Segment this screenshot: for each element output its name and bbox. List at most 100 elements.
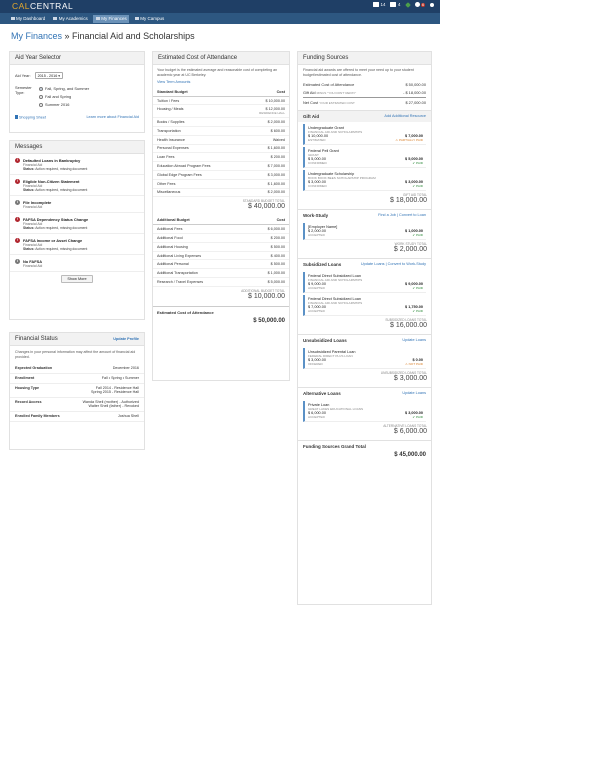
message-status: Status: Action required, missing documen… [23, 167, 87, 171]
page-heading: Financial Aid and Scholarships [72, 31, 195, 41]
message-item[interactable]: ! Eligible Non-Citizen Statement Financial… [10, 175, 144, 196]
message-body: File Incomplete Financial Aid [23, 200, 51, 209]
cost-value: $ 10,000.00 [265, 98, 285, 103]
info-icon: i [15, 200, 20, 205]
message-item[interactable]: ! FAFSA Income or Asset Change Financial A… [10, 234, 144, 255]
update-profile-link[interactable]: Update Profile [113, 337, 139, 341]
payment-status: ✔ PAID [413, 415, 423, 419]
semester-option-all[interactable]: Fall, Spring, and Summer [39, 85, 89, 93]
payment-label: PAID [416, 183, 423, 188]
row-value: - $ 18,000.00 [403, 90, 426, 96]
budget-cost: Waived [273, 138, 285, 142]
message-item[interactable]: ! Defaulted Loans in Bankruptcy Financial … [10, 154, 144, 175]
nav-finances[interactable]: My Finances [93, 14, 130, 23]
section-link[interactable]: Update Loans [402, 338, 426, 342]
mail-icon [372, 2, 379, 7]
alerts-button[interactable]: 6 [414, 2, 425, 7]
status-row: Enrollment Fall • Spring • Summer [10, 374, 144, 384]
budget-cost: $ 400.00 [271, 254, 285, 258]
breadcrumb-separator: » [62, 31, 73, 41]
alert-icon: ! [15, 217, 20, 222]
row-label: Net Cost [303, 99, 319, 105]
section-link[interactable]: Update Loans | Convert to Work-Study [361, 262, 426, 266]
settings-button[interactable] [430, 2, 434, 7]
budget-item: Housing / Meals [157, 107, 184, 112]
app-root: CALCENTRAL 14 4 6 My Dashboard My Academ… [0, 0, 615, 783]
nav-campus[interactable]: My Campus [132, 15, 167, 23]
cost-value: $ 1,600.00 [267, 181, 285, 186]
top-bar: CALCENTRAL 14 4 6 [0, 0, 440, 13]
alert-icon: ! [15, 158, 20, 163]
breadcrumb-finances[interactable]: My Finances [11, 31, 62, 41]
message-item[interactable]: i File Incomplete Financial Aid [10, 196, 144, 213]
status-label: Status: [23, 226, 35, 230]
additional-budget-header: Additional Budget Cost [153, 216, 289, 226]
budget-row: Additional Living Expenses $ 400.00 [153, 252, 289, 261]
budget-row: Transportation $ 600.00 [153, 127, 289, 136]
award-item[interactable]: Federal Direct Subsidized Loan FINANCIAL … [303, 294, 426, 316]
calendar-button[interactable]: 4 [390, 2, 401, 7]
show-more-button[interactable]: Show More [61, 275, 93, 283]
column-header: Additional Budget [157, 218, 190, 223]
status-row: Expected Graduation December 2016 [10, 364, 144, 374]
section-header: Subsidized Loans Update Loans | Convert t… [298, 257, 431, 270]
budget-cost: $ 10,000.00 [266, 99, 285, 103]
row-label: Estimated Cost of Attendance [303, 82, 355, 88]
funding-section-sub: Subsidized Loans Update Loans | Convert t… [298, 257, 431, 331]
status-key: Housing Type [15, 386, 40, 391]
payment-status: ✔ PAID [413, 161, 423, 165]
message-status: Status: Action required, missing documen… [23, 247, 87, 251]
mail-button[interactable]: 14 [372, 2, 385, 7]
page-title: My Finances » Financial Aid and Scholars… [11, 31, 195, 41]
total-value: $ 18,000.00 [390, 196, 427, 204]
payment-label: PARTIALLY PAID [399, 137, 423, 142]
campus-icon [134, 16, 139, 21]
calcentral-logo[interactable]: CALCENTRAL [12, 2, 73, 11]
award-item[interactable]: [Employer Name] $ 2,000.00 $ 1,000.00 ACCEP… [303, 222, 426, 240]
award-item[interactable]: Federal Direct Subsidized Loan FINANCIAL … [303, 271, 426, 293]
document-icon [15, 115, 18, 119]
user-icon [414, 2, 420, 7]
message-item[interactable]: ! FAFSA Dependency Status Change Financial… [10, 213, 144, 234]
logo-prefix: CAL [12, 1, 31, 12]
award-status: OFFERED [308, 361, 323, 366]
nav-dashboard[interactable]: My Dashboard [8, 15, 48, 23]
section-link[interactable]: Update Loans [402, 391, 426, 395]
view-term-amounts-link[interactable]: View Term Amounts [153, 79, 289, 88]
semester-option-summer[interactable]: Summer 2016 [39, 101, 89, 109]
column-header: Cost [276, 218, 285, 223]
status-key: Enrollment [15, 376, 35, 381]
shopping-sheet-link[interactable]: Shopping Sheet [15, 115, 46, 120]
budget-item: Other Fees [157, 181, 176, 186]
budget-cost: $ 600.00 [271, 129, 285, 133]
funding-sources-card: Funding Sources Financial aid awards are… [297, 51, 432, 605]
nav-academics[interactable]: My Academics [51, 15, 91, 23]
semester-option-fall-spring[interactable]: Fall and Spring [39, 93, 89, 101]
budget-row: Global Edge Program Fees $ 3,000.00 [153, 171, 289, 180]
section-link[interactable]: Find a Job | Convert to Loan [378, 213, 426, 217]
aid-year-select[interactable]: 2015 - 2016 ▾ [34, 72, 64, 79]
status-label: Status: [23, 247, 35, 251]
budget-cost: $ 1,000.00 [268, 271, 285, 275]
award-item[interactable]: Federal Pell Grant GRANT $ 5,000.00 $ 5,000… [303, 146, 426, 168]
drive-button[interactable] [404, 1, 411, 8]
section-link[interactable]: Add Additional Resource [384, 114, 426, 118]
message-source: Financial Aid [23, 264, 43, 268]
message-item[interactable]: i No FAFSA Financial Aid [10, 255, 144, 272]
budget-row: Books / Supplies $ 2,000.00 [153, 118, 289, 128]
status-value: Action required, missing document [35, 247, 88, 251]
award-item[interactable]: Undergraduate Scholarship BOOK BOOK BEES … [303, 169, 426, 191]
academics-icon [53, 16, 58, 21]
funding-eca-row: Estimated Cost of Attendance $ 50,000.00 [298, 81, 431, 89]
award-item[interactable]: Unsubsidized Parental Loan FEDERAL DIRECT… [303, 347, 426, 369]
status-row: Housing Type Fall 2014 - Residence Hall Sp… [10, 384, 144, 398]
payment-label: PAID [416, 160, 423, 165]
section-total: GIFT AID TOTAL $ 18,000.00 [298, 191, 431, 206]
award-item[interactable]: Private Loan GREAT LAKES EDUCATIONAL LOAN… [303, 400, 426, 422]
payment-label: PAID [416, 308, 423, 313]
nav-label: My Finances [101, 16, 127, 21]
card-title: Financial Status [15, 336, 58, 342]
budget-item: Health Insurance [157, 137, 185, 142]
award-item[interactable]: Undergraduate Grant FINANCIAL AID AND SCH… [303, 123, 426, 145]
learn-more-link[interactable]: Learn more about Financial Aid [86, 115, 139, 119]
